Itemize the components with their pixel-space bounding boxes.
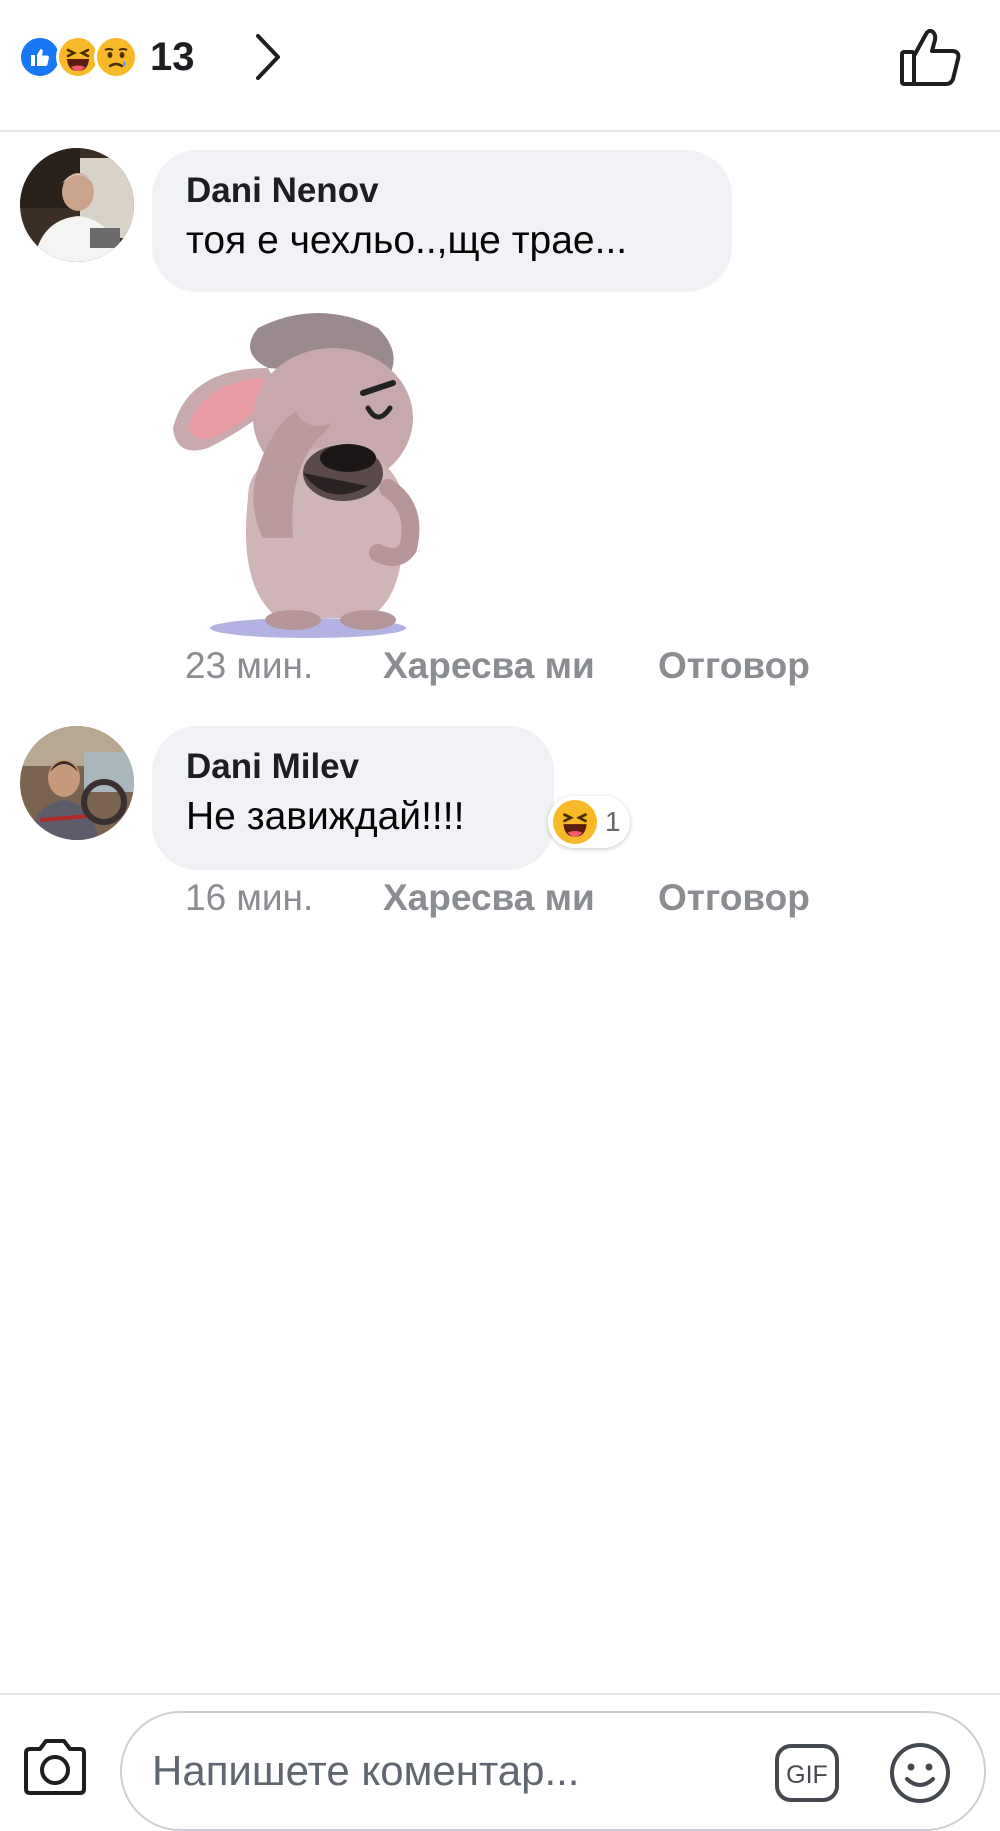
reply-button[interactable]: Отговор [658,645,810,687]
comments-screen: 13 Dani Nenov тоя е чехльо..,ще трае... [0,0,1000,1831]
comment-placeholder: Напишете коментар... [152,1747,580,1794]
gif-icon[interactable]: GIF [774,1743,840,1803]
comment-bubble[interactable]: Dani Nenov тоя е чехльо..,ще трае... [152,150,732,292]
comment-meta: 16 мин. Харесва ми Отговор [185,877,825,927]
avatar[interactable] [20,148,134,262]
dog-sticker [173,313,420,638]
chevron-right-icon[interactable] [248,30,288,84]
comment-reaction-pill[interactable]: 1 [548,796,630,848]
comment-author[interactable]: Dani Milev [186,746,520,788]
gif-label: GIF [786,1761,828,1789]
smiley-icon[interactable] [888,1741,952,1805]
comment-meta: 23 мин. Харесва ми Отговор [185,645,825,695]
thumbs-up-outline-icon[interactable] [898,26,964,88]
comment-author[interactable]: Dani Nenov [186,170,698,212]
like-button[interactable]: Харесва ми [383,645,595,687]
like-button[interactable]: Харесва ми [383,877,595,919]
avatar[interactable] [20,726,134,840]
comment-time: 16 мин. [185,877,314,918]
reaction-count: 13 [150,34,195,79]
reply-button[interactable]: Отговор [658,877,810,919]
sad-reaction-icon [94,35,138,79]
reactions-header: 13 [0,0,1000,132]
comment-text: Не завиждай!!!! [186,795,465,838]
camera-icon[interactable] [22,1737,88,1797]
comment-composer: Напишете коментар... GIF [0,1693,1000,1831]
comment-time: 23 мин. [185,645,314,686]
comment-input[interactable]: Напишете коментар... GIF [120,1711,986,1831]
haha-icon [553,800,597,844]
reaction-count: 1 [605,806,621,837]
comment-text: тоя е чехльо..,ще трае... [186,219,628,262]
comment-bubble[interactable]: Dani Milev Не завиждай!!!! [152,726,554,870]
reaction-summary[interactable]: 13 [18,35,195,79]
